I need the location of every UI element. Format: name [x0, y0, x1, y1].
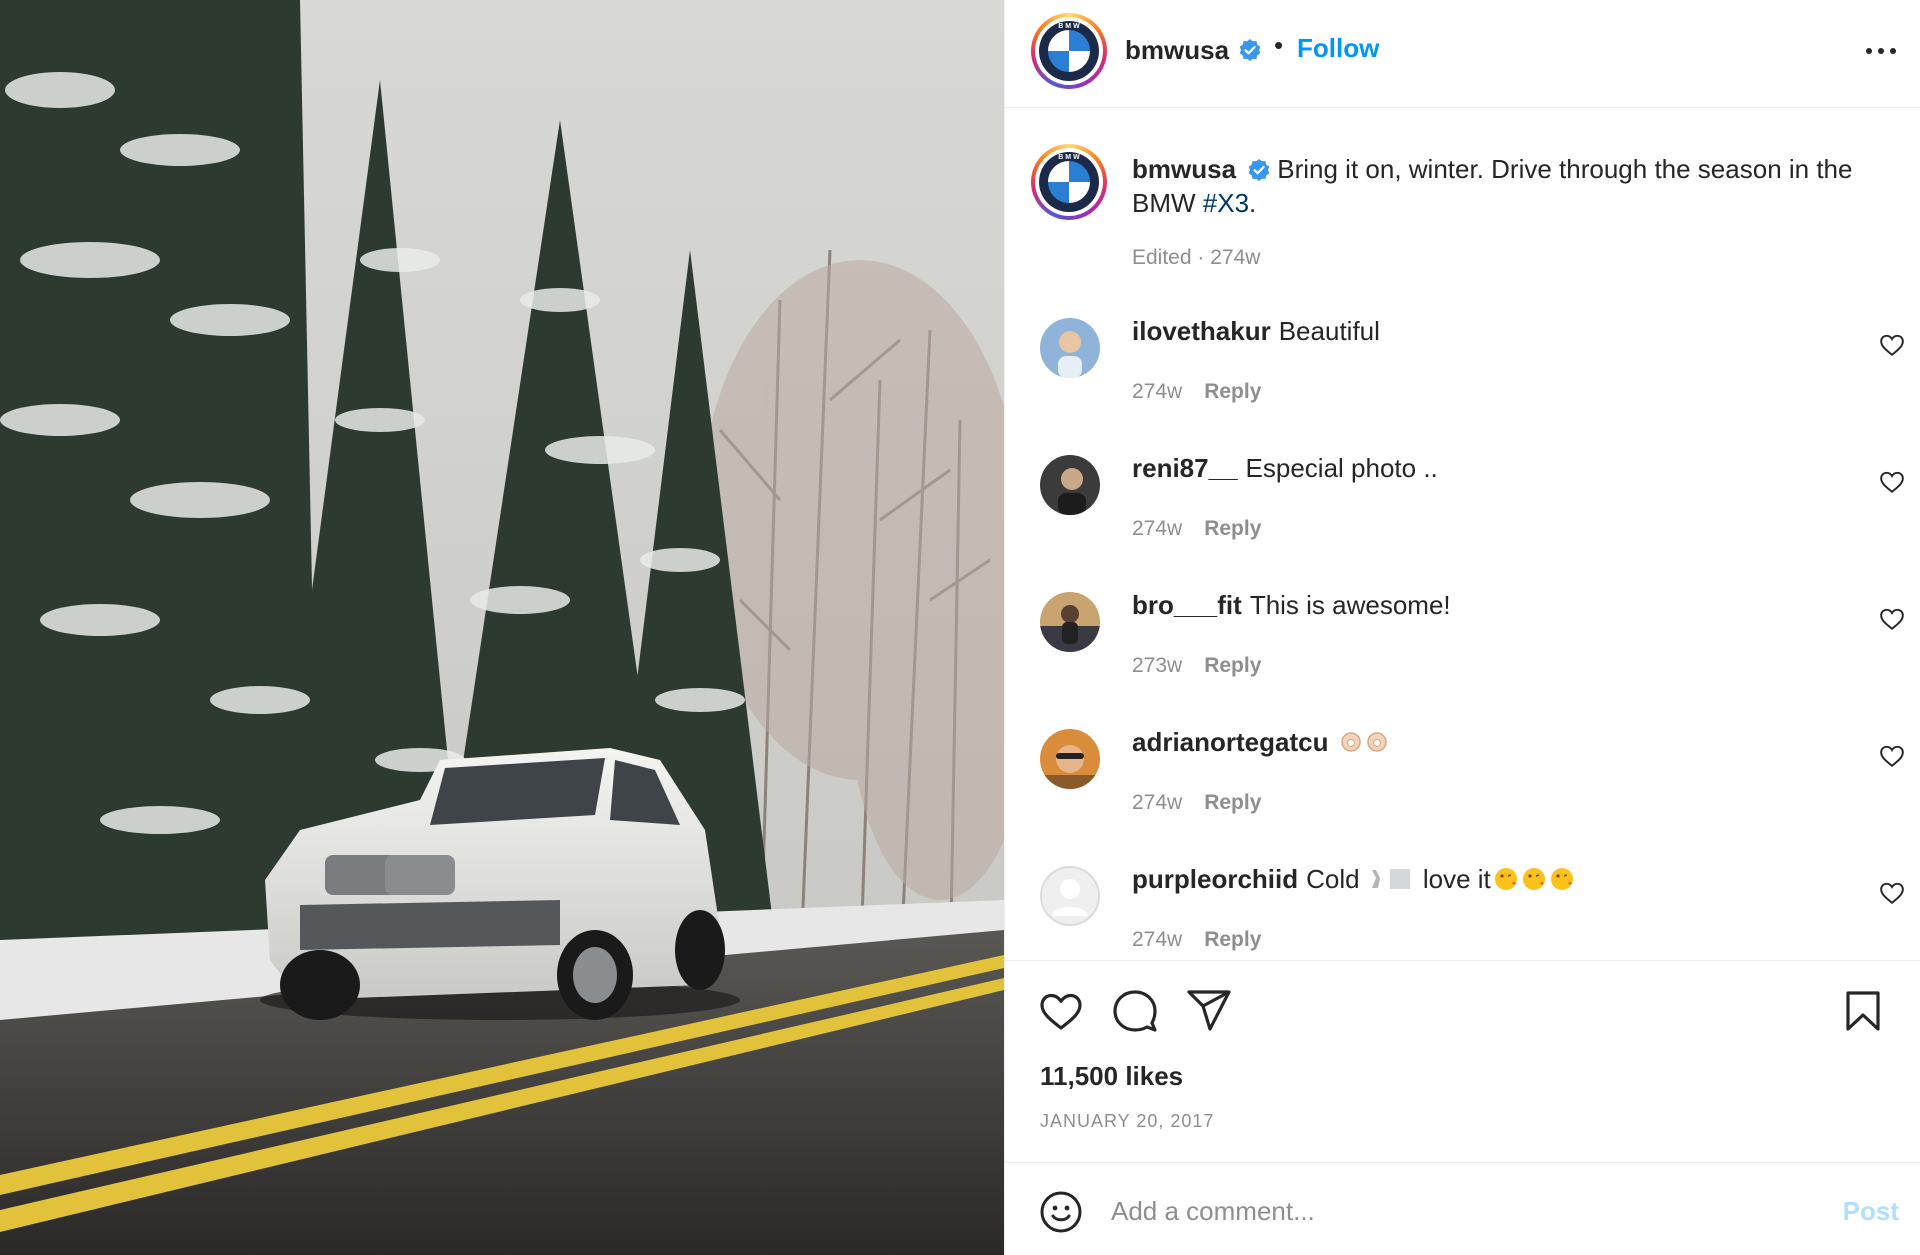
caption-end: .: [1249, 188, 1257, 218]
bmw-logo-icon: B M W: [1039, 152, 1099, 212]
heart-icon[interactable]: [1037, 987, 1085, 1035]
kissing-face-emoji-icon: [1494, 868, 1573, 890]
caption-text: bmwusa Bring it on, winter. Drive throug…: [1132, 152, 1892, 220]
commenter-avatar[interactable]: [1040, 455, 1100, 515]
reply-button[interactable]: Reply: [1204, 517, 1261, 540]
author-avatar[interactable]: B M W: [1031, 13, 1107, 89]
caption-meta: Edited · 274w: [1132, 246, 1261, 269]
verified-badge-icon: [1239, 39, 1261, 61]
commenter-username[interactable]: adrianortegatcu: [1132, 727, 1329, 757]
commenter-username[interactable]: reni87__: [1132, 453, 1238, 483]
post-header: B M W bmwusa • Follow: [1005, 0, 1920, 108]
caption-username[interactable]: bmwusa: [1132, 154, 1236, 184]
reply-button[interactable]: Reply: [1204, 928, 1261, 951]
comment-heart-icon[interactable]: [1879, 469, 1905, 495]
post-actions: 11,500 likes JANUARY 20, 2017: [1005, 960, 1920, 1162]
author-username[interactable]: bmwusa: [1125, 35, 1229, 66]
comment-item: reni87__ Especial photo .. 274w Reply: [1005, 453, 1920, 592]
commenter-username[interactable]: purpleorchiid: [1132, 866, 1298, 894]
reply-button[interactable]: Reply: [1204, 380, 1261, 403]
commenter-username[interactable]: bro___fit: [1132, 590, 1242, 620]
bmw-logo-icon: B M W: [1039, 21, 1099, 81]
comment-item: purpleorchiid Cold love it 274w Reply: [1005, 866, 1920, 960]
comment-text: Cold: [1306, 866, 1360, 894]
ok-hand-emoji-icon: [1340, 732, 1387, 752]
winter-road-car-image: [0, 0, 1004, 1255]
share-icon[interactable]: [1185, 987, 1233, 1035]
instagram-post: B M W bmwusa • Follow B M W bmwusa Bring…: [0, 0, 1920, 1255]
reply-button[interactable]: Reply: [1204, 654, 1261, 677]
add-comment-bar: Post: [1005, 1162, 1920, 1255]
emoji-icon[interactable]: [1039, 1190, 1083, 1234]
likes-count[interactable]: 11,500 likes: [1040, 1061, 1183, 1092]
comment-heart-icon[interactable]: [1879, 880, 1905, 906]
verified-badge-icon: [1248, 159, 1270, 181]
post-details-panel: B M W bmwusa • Follow B M W bmwusa Bring…: [1004, 0, 1920, 1255]
comment-heart-icon[interactable]: [1879, 606, 1905, 632]
comment-item: adrianortegatcu 274w Reply: [1005, 727, 1920, 866]
comment-input[interactable]: [1111, 1187, 1771, 1235]
comment-age: 274w: [1132, 928, 1183, 951]
comment-item: bro___fit This is awesome! 273w Reply: [1005, 590, 1920, 729]
comment-heart-icon[interactable]: [1879, 332, 1905, 358]
commenter-username[interactable]: ilovethakur: [1132, 316, 1271, 346]
commenter-avatar[interactable]: [1040, 729, 1100, 789]
comment-age: 274w: [1132, 380, 1183, 403]
comment-age: 273w: [1132, 654, 1183, 677]
comment-age: 274w: [1132, 517, 1183, 540]
follow-button[interactable]: Follow: [1297, 33, 1379, 64]
post-photo[interactable]: [0, 0, 1004, 1255]
commenter-avatar[interactable]: [1040, 866, 1100, 926]
commenter-avatar[interactable]: [1040, 318, 1100, 378]
comment-text: Beautiful: [1278, 316, 1380, 346]
post-date: JANUARY 20, 2017: [1040, 1111, 1215, 1131]
comment-item: ilovethakur Beautiful 274w Reply: [1005, 316, 1920, 455]
caption-hashtag[interactable]: #X3: [1203, 188, 1249, 218]
comment-heart-icon[interactable]: [1879, 743, 1905, 769]
comment-icon[interactable]: [1111, 987, 1159, 1035]
more-options-icon[interactable]: [1859, 36, 1903, 66]
comment-text-2: love it: [1422, 866, 1491, 894]
post-comment-button[interactable]: Post: [1843, 1196, 1899, 1227]
reply-button[interactable]: Reply: [1204, 791, 1261, 814]
blurred-emoji-icon: [1371, 869, 1410, 889]
svg-text:B M W: B M W: [1058, 154, 1080, 161]
commenter-avatar[interactable]: [1040, 592, 1100, 652]
comment-text: This is awesome!: [1249, 590, 1451, 620]
comment-text: Especial photo ..: [1245, 453, 1438, 483]
caption-author-avatar[interactable]: B M W: [1031, 144, 1107, 220]
svg-text:B M W: B M W: [1058, 23, 1080, 30]
comment-age: 274w: [1132, 791, 1183, 814]
bookmark-icon[interactable]: [1839, 987, 1887, 1035]
header-separator: •: [1274, 30, 1284, 60]
